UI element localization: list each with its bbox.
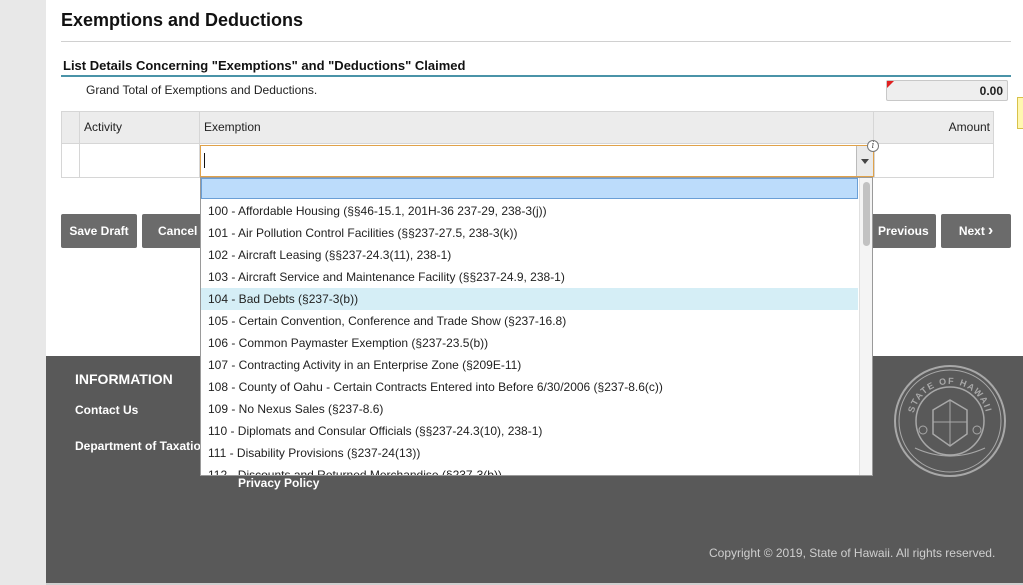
chevron-down-icon <box>861 159 869 164</box>
next-button[interactable]: Next › <box>941 214 1011 248</box>
grand-total-field: 0.00 <box>886 80 1008 101</box>
state-seal-logo: STATE OF HAWAII <box>894 365 1006 477</box>
dropdown-option[interactable]: 108 - County of Oahu - Certain Contracts… <box>201 376 858 398</box>
table-header: Activity Exemption Amount <box>61 111 994 144</box>
dropdown-option[interactable]: 105 - Certain Convention, Conference and… <box>201 310 858 332</box>
dropdown-option[interactable]: 110 - Diplomats and Consular Officials (… <box>201 420 858 442</box>
dropdown-option[interactable]: 107 - Contracting Activity in an Enterpr… <box>201 354 858 376</box>
row-select-header <box>62 112 80 143</box>
dropdown-option[interactable]: 112 - Discounts and Returned Merchandise… <box>201 464 858 475</box>
dropdown-option[interactable]: 106 - Common Paymaster Exemption (§237-2… <box>201 332 858 354</box>
previous-button[interactable]: Previous <box>870 214 936 248</box>
dropdown-option[interactable]: 103 - Aircraft Service and Maintenance F… <box>201 266 858 288</box>
activity-cell[interactable] <box>80 144 200 177</box>
copyright-text: Copyright © 2019, State of Hawaii. All r… <box>709 546 996 560</box>
page-title: Exemptions and Deductions <box>61 10 304 30</box>
left-gutter <box>0 0 46 585</box>
next-button-label: Next <box>958 224 985 238</box>
amount-cell[interactable] <box>874 144 994 177</box>
text-cursor <box>204 153 205 168</box>
section-heading: List Details Concerning "Exemptions" and… <box>63 58 466 73</box>
dropdown-scrollbar[interactable] <box>859 178 872 475</box>
dropdown-option[interactable]: 111 - Disability Provisions (§237-24(13)… <box>201 442 858 464</box>
column-header-activity: Activity <box>80 112 200 143</box>
dropdown-option[interactable] <box>201 178 858 199</box>
section-divider <box>61 75 1011 77</box>
privacy-policy-link[interactable]: Privacy Policy <box>238 476 319 490</box>
column-header-exemption: Exemption <box>200 112 874 143</box>
required-flag-icon <box>887 81 894 88</box>
exemption-combobox[interactable] <box>200 145 874 177</box>
row-select-cell[interactable] <box>62 144 80 177</box>
grand-total-value: 0.00 <box>979 84 1003 98</box>
cancel-button[interactable]: Cancel <box>142 214 202 248</box>
contact-us-link[interactable]: Contact Us <box>75 403 138 417</box>
exemption-dropdown-list: 100 - Affordable Housing (§§46-15.1, 201… <box>200 177 873 476</box>
dropdown-scrollbar-thumb[interactable] <box>863 182 870 246</box>
department-of-taxation-link[interactable]: Department of Taxation <box>75 439 208 453</box>
chevron-right-icon: › <box>987 222 994 239</box>
save-draft-button[interactable]: Save Draft <box>61 214 137 248</box>
info-icon[interactable]: i <box>867 140 879 152</box>
footer-heading: INFORMATION <box>75 371 173 387</box>
dropdown-option[interactable]: 100 - Affordable Housing (§§46-15.1, 201… <box>201 200 858 222</box>
dropdown-option[interactable]: 102 - Aircraft Leasing (§§237-24.3(11), … <box>201 244 858 266</box>
dropdown-option[interactable]: 104 - Bad Debts (§237-3(b)) <box>201 288 858 310</box>
dropdown-option[interactable]: 101 - Air Pollution Control Facilities (… <box>201 222 858 244</box>
title-divider <box>61 41 1011 42</box>
help-tab[interactable] <box>1017 97 1023 129</box>
column-header-amount: Amount <box>948 120 990 134</box>
dropdown-option[interactable]: 109 - No Nexus Sales (§237-8.6) <box>201 398 858 420</box>
grand-total-label: Grand Total of Exemptions and Deductions… <box>86 83 318 97</box>
